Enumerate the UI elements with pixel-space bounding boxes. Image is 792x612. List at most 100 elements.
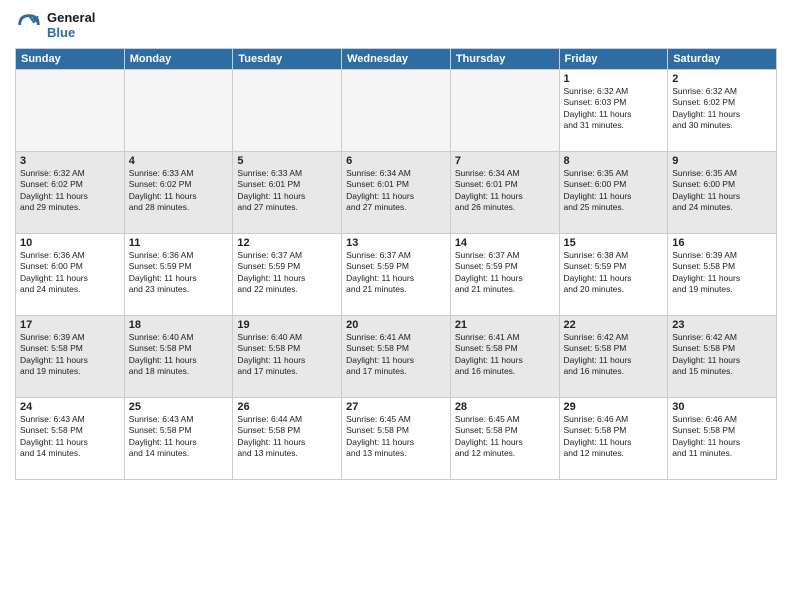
day-number: 21 — [455, 319, 555, 331]
day-number: 28 — [455, 401, 555, 413]
day-info: Sunrise: 6:39 AMSunset: 5:58 PMDaylight:… — [20, 332, 120, 378]
calendar-cell: 30Sunrise: 6:46 AMSunset: 5:58 PMDayligh… — [668, 398, 777, 480]
calendar-cell: 19Sunrise: 6:40 AMSunset: 5:58 PMDayligh… — [233, 316, 342, 398]
calendar-cell: 14Sunrise: 6:37 AMSunset: 5:59 PMDayligh… — [450, 234, 559, 316]
day-info: Sunrise: 6:46 AMSunset: 5:58 PMDaylight:… — [564, 414, 664, 460]
day-number: 26 — [237, 401, 337, 413]
day-number: 14 — [455, 237, 555, 249]
calendar-table: Sunday Monday Tuesday Wednesday Thursday… — [15, 48, 777, 480]
day-info: Sunrise: 6:33 AMSunset: 6:02 PMDaylight:… — [129, 168, 229, 214]
day-info: Sunrise: 6:43 AMSunset: 5:58 PMDaylight:… — [129, 414, 229, 460]
day-number: 7 — [455, 155, 555, 167]
calendar-cell: 11Sunrise: 6:36 AMSunset: 5:59 PMDayligh… — [124, 234, 233, 316]
day-info: Sunrise: 6:38 AMSunset: 5:59 PMDaylight:… — [564, 250, 664, 296]
calendar-cell: 3Sunrise: 6:32 AMSunset: 6:02 PMDaylight… — [16, 152, 125, 234]
day-number: 20 — [346, 319, 446, 331]
col-tuesday: Tuesday — [233, 49, 342, 70]
day-info: Sunrise: 6:33 AMSunset: 6:01 PMDaylight:… — [237, 168, 337, 214]
day-number: 8 — [564, 155, 664, 167]
logo-text: General Blue — [47, 10, 95, 40]
logo-icon — [15, 11, 43, 39]
calendar-cell: 27Sunrise: 6:45 AMSunset: 5:58 PMDayligh… — [342, 398, 451, 480]
calendar-cell — [450, 70, 559, 152]
day-number: 6 — [346, 155, 446, 167]
day-number: 16 — [672, 237, 772, 249]
day-info: Sunrise: 6:35 AMSunset: 6:00 PMDaylight:… — [564, 168, 664, 214]
day-info: Sunrise: 6:36 AMSunset: 5:59 PMDaylight:… — [129, 250, 229, 296]
day-info: Sunrise: 6:34 AMSunset: 6:01 PMDaylight:… — [346, 168, 446, 214]
col-friday: Friday — [559, 49, 668, 70]
day-info: Sunrise: 6:37 AMSunset: 5:59 PMDaylight:… — [346, 250, 446, 296]
day-number: 12 — [237, 237, 337, 249]
day-info: Sunrise: 6:32 AMSunset: 6:02 PMDaylight:… — [20, 168, 120, 214]
calendar-cell: 21Sunrise: 6:41 AMSunset: 5:58 PMDayligh… — [450, 316, 559, 398]
calendar-cell: 9Sunrise: 6:35 AMSunset: 6:00 PMDaylight… — [668, 152, 777, 234]
calendar-cell: 16Sunrise: 6:39 AMSunset: 5:58 PMDayligh… — [668, 234, 777, 316]
calendar-week-0: 1Sunrise: 6:32 AMSunset: 6:03 PMDaylight… — [16, 70, 777, 152]
calendar-cell — [342, 70, 451, 152]
col-monday: Monday — [124, 49, 233, 70]
day-info: Sunrise: 6:36 AMSunset: 6:00 PMDaylight:… — [20, 250, 120, 296]
day-info: Sunrise: 6:39 AMSunset: 5:58 PMDaylight:… — [672, 250, 772, 296]
day-number: 4 — [129, 155, 229, 167]
calendar-cell: 1Sunrise: 6:32 AMSunset: 6:03 PMDaylight… — [559, 70, 668, 152]
calendar-cell: 29Sunrise: 6:46 AMSunset: 5:58 PMDayligh… — [559, 398, 668, 480]
day-info: Sunrise: 6:43 AMSunset: 5:58 PMDaylight:… — [20, 414, 120, 460]
day-number: 24 — [20, 401, 120, 413]
day-number: 10 — [20, 237, 120, 249]
day-info: Sunrise: 6:41 AMSunset: 5:58 PMDaylight:… — [455, 332, 555, 378]
day-info: Sunrise: 6:41 AMSunset: 5:58 PMDaylight:… — [346, 332, 446, 378]
calendar-cell: 18Sunrise: 6:40 AMSunset: 5:58 PMDayligh… — [124, 316, 233, 398]
day-info: Sunrise: 6:44 AMSunset: 5:58 PMDaylight:… — [237, 414, 337, 460]
calendar-cell — [16, 70, 125, 152]
calendar-cell: 6Sunrise: 6:34 AMSunset: 6:01 PMDaylight… — [342, 152, 451, 234]
calendar-cell: 4Sunrise: 6:33 AMSunset: 6:02 PMDaylight… — [124, 152, 233, 234]
day-number: 11 — [129, 237, 229, 249]
col-sunday: Sunday — [16, 49, 125, 70]
col-wednesday: Wednesday — [342, 49, 451, 70]
day-info: Sunrise: 6:37 AMSunset: 5:59 PMDaylight:… — [237, 250, 337, 296]
day-info: Sunrise: 6:45 AMSunset: 5:58 PMDaylight:… — [346, 414, 446, 460]
day-number: 30 — [672, 401, 772, 413]
day-info: Sunrise: 6:40 AMSunset: 5:58 PMDaylight:… — [129, 332, 229, 378]
calendar-week-3: 17Sunrise: 6:39 AMSunset: 5:58 PMDayligh… — [16, 316, 777, 398]
day-info: Sunrise: 6:42 AMSunset: 5:58 PMDaylight:… — [564, 332, 664, 378]
day-info: Sunrise: 6:35 AMSunset: 6:00 PMDaylight:… — [672, 168, 772, 214]
day-info: Sunrise: 6:46 AMSunset: 5:58 PMDaylight:… — [672, 414, 772, 460]
day-number: 25 — [129, 401, 229, 413]
day-info: Sunrise: 6:32 AMSunset: 6:02 PMDaylight:… — [672, 86, 772, 132]
calendar-cell: 5Sunrise: 6:33 AMSunset: 6:01 PMDaylight… — [233, 152, 342, 234]
day-info: Sunrise: 6:40 AMSunset: 5:58 PMDaylight:… — [237, 332, 337, 378]
col-saturday: Saturday — [668, 49, 777, 70]
calendar-cell: 10Sunrise: 6:36 AMSunset: 6:00 PMDayligh… — [16, 234, 125, 316]
day-info: Sunrise: 6:37 AMSunset: 5:59 PMDaylight:… — [455, 250, 555, 296]
calendar-cell: 23Sunrise: 6:42 AMSunset: 5:58 PMDayligh… — [668, 316, 777, 398]
day-number: 27 — [346, 401, 446, 413]
calendar-cell: 15Sunrise: 6:38 AMSunset: 5:59 PMDayligh… — [559, 234, 668, 316]
calendar-cell: 22Sunrise: 6:42 AMSunset: 5:58 PMDayligh… — [559, 316, 668, 398]
day-number: 15 — [564, 237, 664, 249]
calendar-week-2: 10Sunrise: 6:36 AMSunset: 6:00 PMDayligh… — [16, 234, 777, 316]
calendar-cell: 17Sunrise: 6:39 AMSunset: 5:58 PMDayligh… — [16, 316, 125, 398]
calendar-week-4: 24Sunrise: 6:43 AMSunset: 5:58 PMDayligh… — [16, 398, 777, 480]
calendar-cell — [233, 70, 342, 152]
calendar-cell: 13Sunrise: 6:37 AMSunset: 5:59 PMDayligh… — [342, 234, 451, 316]
day-info: Sunrise: 6:45 AMSunset: 5:58 PMDaylight:… — [455, 414, 555, 460]
day-number: 18 — [129, 319, 229, 331]
calendar-cell: 25Sunrise: 6:43 AMSunset: 5:58 PMDayligh… — [124, 398, 233, 480]
calendar-cell: 2Sunrise: 6:32 AMSunset: 6:02 PMDaylight… — [668, 70, 777, 152]
day-number: 19 — [237, 319, 337, 331]
day-number: 22 — [564, 319, 664, 331]
day-number: 17 — [20, 319, 120, 331]
calendar-cell: 12Sunrise: 6:37 AMSunset: 5:59 PMDayligh… — [233, 234, 342, 316]
day-info: Sunrise: 6:34 AMSunset: 6:01 PMDaylight:… — [455, 168, 555, 214]
day-info: Sunrise: 6:32 AMSunset: 6:03 PMDaylight:… — [564, 86, 664, 132]
col-thursday: Thursday — [450, 49, 559, 70]
day-number: 1 — [564, 73, 664, 85]
calendar-body: 1Sunrise: 6:32 AMSunset: 6:03 PMDaylight… — [16, 70, 777, 480]
day-number: 3 — [20, 155, 120, 167]
calendar-week-1: 3Sunrise: 6:32 AMSunset: 6:02 PMDaylight… — [16, 152, 777, 234]
calendar-cell: 26Sunrise: 6:44 AMSunset: 5:58 PMDayligh… — [233, 398, 342, 480]
calendar-header-row: Sunday Monday Tuesday Wednesday Thursday… — [16, 49, 777, 70]
day-number: 29 — [564, 401, 664, 413]
